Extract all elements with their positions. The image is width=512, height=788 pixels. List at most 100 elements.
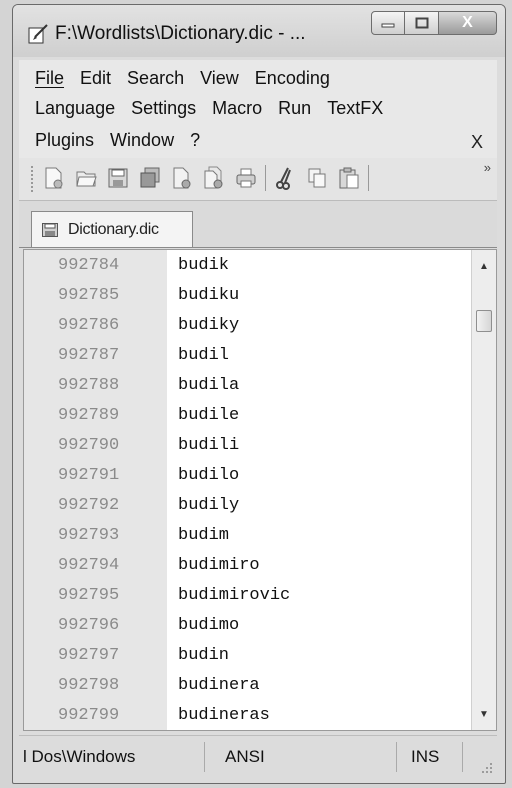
text-editor[interactable]: 992784 budik 992785 budiku 992786 budiky 99278… [23,249,497,731]
close-icon: X [462,14,473,31]
line-number: 992797 [58,646,120,665]
line-text[interactable]: budik [178,256,229,275]
line-text[interactable]: budin [178,646,229,665]
menu-file[interactable]: File [35,68,64,96]
editor-line[interactable]: 992798 budinera [24,672,474,702]
menu-settings[interactable]: Settings [131,98,196,126]
editor-line[interactable]: 992786 budiky [24,312,474,342]
status-encoding: ANSI [205,742,397,772]
editor-line[interactable]: 992797 budin [24,642,474,672]
line-text[interactable]: budila [178,376,239,395]
scroll-up-arrow-icon[interactable]: ▲ [472,256,496,276]
line-number: 992798 [58,676,120,695]
line-number: 992795 [58,586,120,605]
vertical-scrollbar[interactable]: ▲ ▼ [471,250,496,730]
saved-file-icon [42,222,58,237]
maximize-button[interactable] [405,11,439,35]
line-text[interactable]: budimirovic [178,586,290,605]
toolbar-overflow-chevron-icon[interactable]: » [484,160,491,175]
scroll-down-arrow-icon[interactable]: ▼ [472,704,496,724]
line-number: 992785 [58,286,120,305]
close-all-icon[interactable] [201,165,227,191]
print-icon[interactable] [233,165,259,191]
new-file-icon[interactable] [41,165,67,191]
line-number: 992799 [58,706,120,725]
notepad-app-icon [28,24,48,44]
editor-line[interactable]: 992791 budilo [24,462,474,492]
window-title: F:\Wordlists\Dictionary.dic - ... [55,23,306,44]
status-eol-format: l Dos\Windows [19,742,205,772]
tab-label: Dictionary.dic [68,220,159,238]
line-number: 992791 [58,466,120,485]
menu-search[interactable]: Search [127,68,184,96]
editor-line[interactable]: 992794 budimiro [24,552,474,582]
toolbar-grip[interactable] [31,166,37,192]
menu-macro[interactable]: Macro [212,98,262,126]
line-text[interactable]: budineras [178,706,270,725]
menu-run[interactable]: Run [278,98,311,126]
editor-line[interactable]: 992792 budily [24,492,474,522]
menu-window[interactable]: Window [110,130,174,158]
save-icon[interactable] [105,165,131,191]
line-number: 992793 [58,526,120,545]
editor-line[interactable]: 992789 budile [24,402,474,432]
cut-icon[interactable] [272,165,298,191]
editor-line[interactable]: 992788 budila [24,372,474,402]
line-number: 992788 [58,376,120,395]
menu-language[interactable]: Language [35,98,115,126]
maximize-icon [415,17,428,29]
line-text[interactable]: budinera [178,676,260,695]
line-number: 992786 [58,316,120,335]
status-insert-mode: INS [397,742,463,772]
line-text[interactable]: budimo [178,616,239,635]
line-text[interactable]: budile [178,406,239,425]
close-file-icon[interactable] [169,165,195,191]
toolbar-separator [368,165,369,191]
menu-view[interactable]: View [200,68,239,96]
menu-encoding[interactable]: Encoding [255,68,330,96]
line-text[interactable]: budim [178,526,229,545]
editor-line[interactable]: 992795 budimirovic [24,582,474,612]
line-text[interactable]: budimiro [178,556,260,575]
toolbar: » [19,158,497,201]
minimize-button[interactable] [371,11,405,35]
editor-line[interactable]: 992787 budil [24,342,474,372]
editor-line[interactable]: 992793 budim [24,522,474,552]
scrollbar-thumb[interactable] [476,310,492,332]
copy-icon[interactable] [304,165,330,191]
line-text[interactable]: budili [178,436,239,455]
paste-icon[interactable] [336,165,362,191]
line-number: 992794 [58,556,120,575]
menu-edit[interactable]: Edit [80,68,111,96]
line-number: 992792 [58,496,120,515]
line-text[interactable]: budil [178,346,229,365]
editor-line[interactable]: 992785 budiku [24,282,474,312]
line-number: 992789 [58,406,120,425]
line-number: 992790 [58,436,120,455]
minimize-icon [381,23,395,28]
close-document-button[interactable]: X [471,132,483,153]
menu-bar: File Edit Search View Encoding Language … [19,60,497,158]
close-window-button[interactable]: X [439,11,497,35]
menu-plugins[interactable]: Plugins [35,130,94,158]
status-bar: l Dos\Windows ANSI INS [19,735,497,778]
line-text[interactable]: budiky [178,316,239,335]
title-bar[interactable]: F:\Wordlists\Dictionary.dic - ... X [13,5,505,57]
menu-textfx[interactable]: TextFX [327,98,383,126]
tab-dictionary[interactable]: Dictionary.dic [31,211,193,247]
menu-help[interactable]: ? [190,130,200,158]
editor-line[interactable]: 992790 budili [24,432,474,462]
notepad-window: F:\Wordlists\Dictionary.dic - ... X File… [12,4,506,784]
editor-line[interactable]: 992784 budik [24,252,474,282]
editor-line[interactable]: 992799 budineras [24,702,474,730]
line-text[interactable]: budiku [178,286,239,305]
line-text[interactable]: budily [178,496,239,515]
line-number: 992796 [58,616,120,635]
toolbar-separator [265,165,266,191]
editor-line[interactable]: 992796 budimo [24,612,474,642]
save-all-icon[interactable] [137,165,163,191]
resize-grip-icon[interactable] [481,762,493,774]
open-file-icon[interactable] [73,165,99,191]
line-number: 992787 [58,346,120,365]
line-text[interactable]: budilo [178,466,239,485]
